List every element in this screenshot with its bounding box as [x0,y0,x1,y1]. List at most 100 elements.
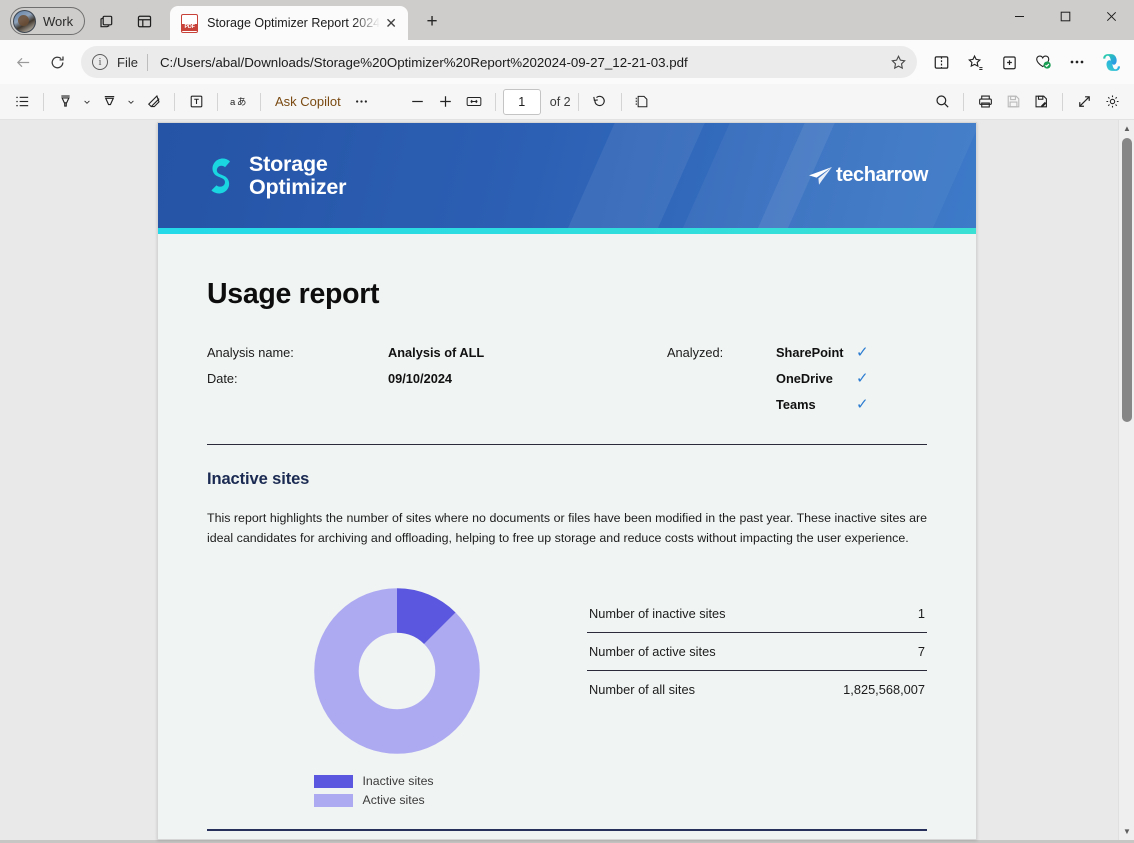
eraser-icon[interactable] [139,88,167,116]
url-bar[interactable]: i File C:/Users/abal/Downloads/Storage%2… [81,46,917,78]
translate-icon[interactable]: a あ [225,88,253,116]
search-icon[interactable] [928,88,956,116]
product-name-line2: Optimizer [249,176,346,199]
ask-copilot-button[interactable]: Ask Copilot [268,94,348,109]
donut-chart-svg [308,582,486,760]
star-outline-icon[interactable] [884,48,912,76]
service-name: SharePoint [776,345,856,360]
split-screen-icon[interactable] [127,6,161,36]
add-text-icon[interactable] [182,88,210,116]
stat-value: 1,825,568,007 [843,682,925,697]
avatar [13,10,36,33]
divider [963,93,964,111]
table-of-contents-icon[interactable] [8,88,36,116]
analyzed-label: Analyzed: [667,345,776,423]
print-icon[interactable] [971,88,999,116]
profile-pill[interactable]: Work [10,7,85,35]
pdf-page: Storage Optimizer techarrow Usage report… [157,122,977,840]
save-icon [999,88,1027,116]
viewer-scrollbar[interactable]: ▲ ▼ [1118,120,1134,840]
stat-value: 7 [918,644,925,659]
zoom-in-button[interactable] [432,88,460,116]
table-row: Number of inactive sites 1 [587,595,927,633]
split-screen-icon[interactable] [924,46,958,78]
collections-icon[interactable] [992,46,1026,78]
legend-swatch-inactive [314,775,353,788]
techarrow-logo: techarrow [807,164,928,187]
vendor-name: techarrow [836,164,928,187]
underline-icon[interactable] [95,88,123,116]
more-horizontal-icon[interactable] [348,88,376,116]
info-circle-icon[interactable]: i [92,54,108,70]
refresh-button[interactable] [40,46,74,78]
metadata-label: Analysis name: [207,345,388,360]
table-row: Number of all sites 1,825,568,007 [587,671,927,708]
analyzed-service-item: Teams ✓ [776,397,869,412]
service-name: OneDrive [776,371,856,386]
check-icon: ✓ [856,345,869,360]
metadata-row: Analysis name: Analysis of ALL [207,345,667,360]
report-banner: Storage Optimizer techarrow [158,123,976,228]
stat-value: 1 [918,606,925,621]
metadata-value: 09/10/2024 [388,371,452,386]
table-row: Number of active sites 7 [587,633,927,671]
minimize-button[interactable] [996,0,1042,33]
pdf-toolbar: a あ Ask Copilot 1 of 2 [0,84,1134,120]
divider [207,444,927,445]
browser-tab[interactable]: Storage Optimizer Report 2024-0 ✕ [170,6,408,40]
window-controls [996,0,1134,33]
fullscreen-icon[interactable] [1070,88,1098,116]
techarrow-paper-plane-icon [807,165,833,187]
svg-text:a: a [230,97,236,108]
favorites-icon[interactable] [958,46,992,78]
stat-label: Number of active sites [589,644,716,659]
settings-gear-icon[interactable] [1098,88,1126,116]
page-title: Usage report [207,278,927,311]
stat-label: Number of all sites [589,682,695,697]
metadata-value: Analysis of ALL [388,345,484,360]
chart-and-stats: Inactive sites Active sites Number of in… [207,582,927,812]
svg-text:あ: あ [236,97,246,108]
zoom-out-button[interactable] [404,88,432,116]
new-tab-button[interactable]: + [417,8,447,36]
back-button[interactable] [6,46,40,78]
scroll-down-icon[interactable]: ▼ [1119,823,1134,840]
scroll-up-icon[interactable]: ▲ [1119,120,1134,137]
page-total-label: of 2 [550,95,571,109]
scrollbar-thumb[interactable] [1122,138,1132,422]
highlight-icon[interactable] [51,88,79,116]
divider [1062,93,1063,111]
report-body: Usage report Analysis name: Analysis of … [158,234,976,812]
divider [260,93,261,111]
tab-close-icon[interactable]: ✕ [380,12,402,34]
maximize-button[interactable] [1042,0,1088,33]
browser-essentials-icon[interactable] [1026,46,1060,78]
product-name-line1: Storage [249,153,346,176]
chevron-down-icon[interactable] [79,88,95,116]
metadata-label: Date: [207,371,388,386]
storage-optimizer-logo: Storage Optimizer [205,153,346,199]
profile-label: Work [43,14,73,29]
divider [43,93,44,111]
check-icon: ✓ [856,397,869,412]
save-as-icon[interactable] [1027,88,1055,116]
copilot-icon[interactable] [1094,46,1128,78]
page-layout-icon[interactable] [629,88,657,116]
browser-title-bar: Work Storage Optimizer Report 2024-0 ✕ + [0,0,1134,40]
rotate-icon[interactable] [586,88,614,116]
chart-legend: Inactive sites Active sites [314,774,481,812]
copilot-workspaces-icon[interactable] [89,6,123,36]
page-number-input[interactable]: 1 [503,89,541,115]
stats-table: Number of inactive sites 1 Number of act… [587,582,927,708]
chevron-down-icon[interactable] [123,88,139,116]
service-name: Teams [776,397,856,412]
divider [174,93,175,111]
fit-to-width-icon[interactable] [460,88,488,116]
analyzed-service-item: OneDrive ✓ [776,371,869,386]
divider [147,54,148,71]
pdf-file-icon [181,14,198,33]
browser-address-bar: i File C:/Users/abal/Downloads/Storage%2… [0,40,1134,84]
close-button[interactable] [1088,0,1134,33]
settings-and-more-icon[interactable] [1060,46,1094,78]
legend-item: Inactive sites [314,774,481,788]
